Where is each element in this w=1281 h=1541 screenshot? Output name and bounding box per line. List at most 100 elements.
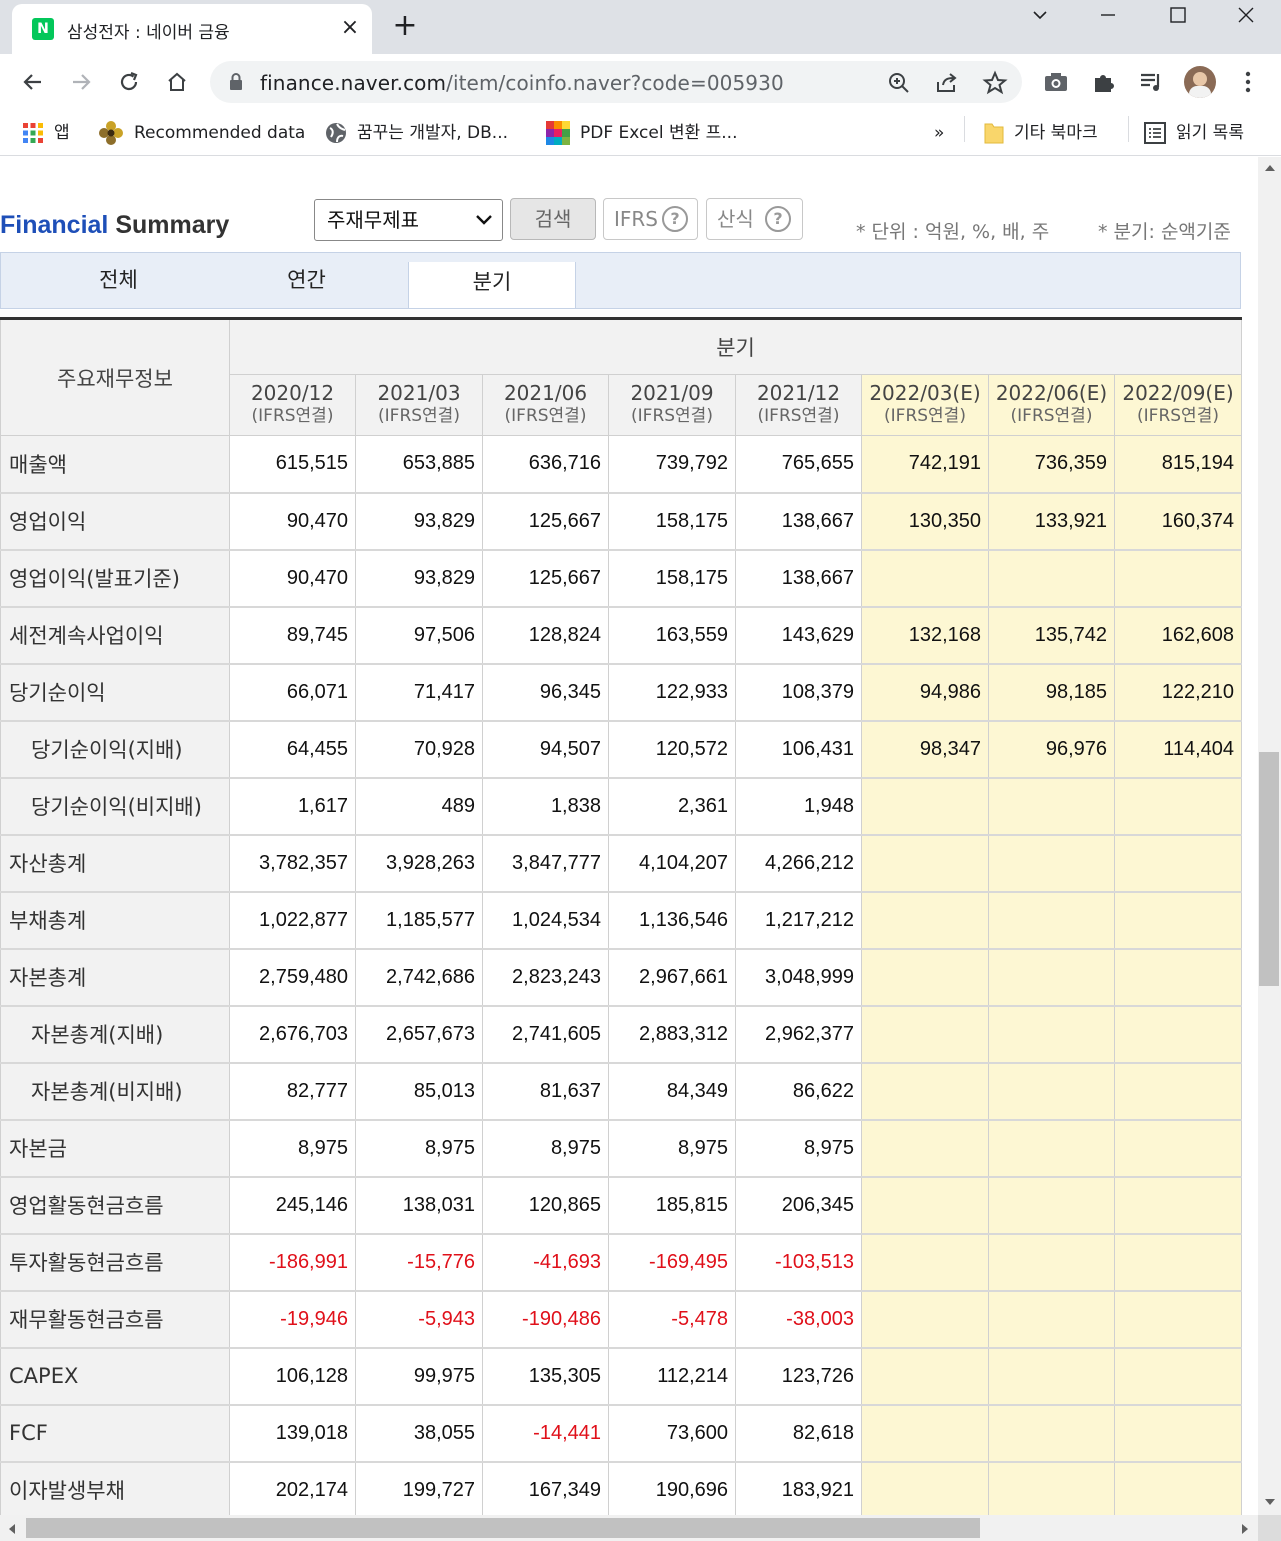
new-tab-button[interactable]: + — [390, 11, 420, 42]
table-row: 당기순이익 66,071 71,417 96,345 122,933 108,379 94,… — [0, 663, 1243, 722]
table-cell: 133,921 — [988, 492, 1115, 551]
minimize-button[interactable] — [1078, 0, 1138, 30]
table-cell: 162,608 — [1113, 606, 1243, 665]
period-date: 2021/12 — [756, 381, 841, 405]
table-cell: 742,191 — [861, 435, 989, 494]
row-label: 매출액 — [0, 435, 230, 494]
table-cell: -186,991 — [229, 1233, 356, 1292]
bookmark-star-icon[interactable] — [982, 70, 1008, 96]
table-row: 자본총계(비지배) 82,777 85,013 81,637 84,349 86,622 — [0, 1062, 1243, 1121]
help-question-icon: ? — [765, 206, 791, 232]
media-control-icon[interactable] — [1138, 68, 1166, 96]
horizontal-scroll-thumb[interactable] — [26, 1518, 980, 1538]
period-date: 2021/09 — [630, 381, 714, 405]
globe-icon — [326, 123, 346, 143]
other-bookmarks-folder[interactable]: 기타 북마크 — [984, 118, 1098, 148]
other-bookmarks-label: 기타 북마크 — [1014, 123, 1098, 143]
scroll-right-arrow-icon[interactable] — [1240, 1523, 1250, 1535]
table-cell — [861, 1062, 989, 1121]
table-cell: 135,305 — [482, 1347, 609, 1406]
tab-quarter[interactable]: 분기 — [408, 262, 576, 308]
ifrs-help-button[interactable]: IFRS ? — [603, 198, 698, 240]
table-cell — [861, 834, 989, 893]
table-row: 자본총계(지배) 2,676,703 2,657,673 2,741,605 2,883… — [0, 1005, 1243, 1064]
bookmark-label: PDF Excel 변환 프... — [580, 123, 738, 143]
period-header: 2022/06(E) (IFRS연결) — [988, 374, 1115, 436]
home-button[interactable] — [159, 64, 195, 100]
table-cell: 89,745 — [229, 606, 356, 665]
table-cell — [1113, 1062, 1243, 1121]
table-cell: 202,174 — [229, 1461, 356, 1515]
zoom-icon[interactable] — [886, 70, 912, 96]
table-cell: 183,921 — [735, 1461, 862, 1515]
table-cell — [1113, 1404, 1243, 1463]
bookmarks-overflow-button[interactable]: » — [934, 118, 944, 148]
tab-annual[interactable]: 연간 — [189, 253, 424, 308]
forward-button[interactable] — [63, 64, 99, 100]
scroll-left-arrow-icon[interactable] — [7, 1523, 17, 1535]
table-cell: 206,345 — [735, 1176, 862, 1235]
table-cell: 185,815 — [608, 1176, 736, 1235]
address-bar[interactable]: finance.naver.com/item/coinfo.naver?code… — [210, 61, 1022, 103]
scroll-down-arrow-icon[interactable] — [1264, 1497, 1276, 1507]
statement-type-select[interactable]: 주재무제표 — [314, 199, 503, 241]
table-cell: 8,975 — [355, 1119, 483, 1178]
table-cell — [988, 1290, 1115, 1349]
table-cell — [1113, 1233, 1243, 1292]
bookmark-recommended-data[interactable]: Recommended data — [98, 118, 305, 148]
bookmark-pdf-excel[interactable]: PDF Excel 변환 프... — [546, 118, 738, 148]
table-row: 재무활동현금흐름 -19,946 -5,943 -190,486 -5,478 -38,0… — [0, 1290, 1243, 1349]
camera-extension-icon[interactable] — [1042, 68, 1070, 96]
formula-help-button[interactable]: 산식 ? — [706, 198, 803, 240]
table-cell: 106,128 — [229, 1347, 356, 1406]
vertical-scroll-thumb[interactable] — [1259, 752, 1279, 986]
extensions-puzzle-icon[interactable] — [1090, 68, 1118, 96]
row-label: 자본총계(지배) — [0, 1005, 230, 1064]
reading-list-button[interactable]: 읽기 목록 — [1144, 118, 1244, 148]
table-cell: 8,975 — [608, 1119, 736, 1178]
period-basis: (IFRS연결) — [504, 406, 587, 426]
period-basis: (IFRS연결) — [1137, 406, 1219, 426]
table-cell: -5,943 — [355, 1290, 483, 1349]
bookmark-dev-db[interactable]: 꿈꾸는 개발자, DB... — [325, 118, 508, 148]
table-cell: 123,726 — [735, 1347, 862, 1406]
profile-avatar[interactable] — [1184, 66, 1216, 98]
table-row: 당기순이익(지배) 64,455 70,928 94,507 120,572 106,43… — [0, 720, 1243, 779]
table-cell: -19,946 — [229, 1290, 356, 1349]
table-row: 매출액 615,515 653,885 636,716 739,792 765,655 74… — [0, 435, 1243, 494]
table-cell: 1,217,212 — [735, 891, 862, 950]
scrollbar-corner — [1258, 1515, 1281, 1541]
scroll-up-arrow-icon[interactable] — [1264, 163, 1276, 173]
share-icon[interactable] — [934, 70, 960, 96]
table-cell — [1113, 1290, 1243, 1349]
reload-button[interactable] — [111, 64, 147, 100]
table-cell: 1,022,877 — [229, 891, 356, 950]
table-cell — [988, 1005, 1115, 1064]
search-button[interactable]: 검색 — [510, 198, 596, 240]
browser-tab[interactable]: N 삼성전자 : 네이버 금융 × — [12, 4, 372, 54]
table-cell: 138,031 — [355, 1176, 483, 1235]
lock-icon — [230, 73, 242, 90]
period-basis: (IFRS연결) — [757, 406, 840, 426]
maximize-button[interactable] — [1148, 0, 1208, 30]
bookmark-apps[interactable]: 앱 — [22, 118, 70, 148]
table-cell — [1113, 1461, 1243, 1515]
table-cell: 96,345 — [482, 663, 609, 722]
back-button[interactable] — [15, 64, 51, 100]
table-cell: 84,349 — [608, 1062, 736, 1121]
table-cell: 138,667 — [735, 492, 862, 551]
period-header: 2022/03(E) (IFRS연결) — [861, 374, 989, 436]
table-cell: 125,667 — [482, 492, 609, 551]
colorful-squares-icon — [546, 121, 570, 145]
chrome-menu-icon[interactable] — [1234, 68, 1262, 96]
row-label: 당기순이익(지배) — [0, 720, 230, 779]
table-cell: 130,350 — [861, 492, 989, 551]
tab-search-chevron-icon[interactable] — [1010, 0, 1070, 30]
close-tab-icon[interactable]: × — [338, 14, 362, 42]
folder-icon — [984, 123, 1004, 144]
tab-strip: N 삼성전자 : 네이버 금융 × + — [0, 0, 1281, 54]
close-window-button[interactable] — [1216, 0, 1276, 30]
table-cell — [861, 1290, 989, 1349]
period-header: 2021/06 (IFRS연결) — [482, 374, 609, 436]
flower-icon — [99, 121, 123, 145]
